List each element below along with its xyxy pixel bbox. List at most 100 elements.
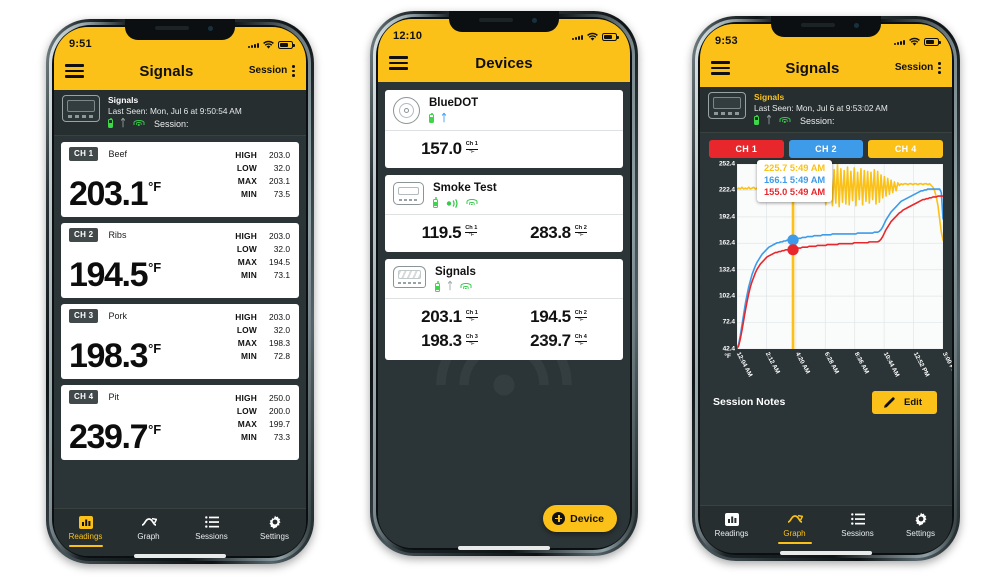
temperature-unit: °F: [148, 259, 162, 275]
overflow-menu-icon[interactable]: [938, 61, 941, 75]
phone-screen: 12:10 Devices BlueDOT ᛏ 157.0 Ch 1 °F Sm…: [378, 19, 630, 548]
battery-icon: [108, 117, 113, 129]
readings-list: CH 1 Beef 203.1 °F HIGH 203.0 LOW 32.0 MAX…: [54, 135, 306, 508]
channel-label: Ribs: [108, 229, 127, 240]
tooltip-line: 155.0 5:49 AM: [764, 186, 826, 197]
channel-label: Pork: [108, 310, 127, 321]
stat-key: MAX: [237, 175, 257, 186]
tab-label: Settings: [260, 532, 289, 541]
menu-icon[interactable]: [389, 56, 408, 70]
home-indicator[interactable]: [458, 546, 550, 550]
y-tick-label: 252.4: [718, 160, 735, 168]
device-thumbnail-icon: [708, 92, 746, 119]
channel-chip-ch4[interactable]: CH 4: [868, 139, 944, 158]
probe-unit: °F: [577, 232, 584, 239]
temperature-value: 194.5: [69, 255, 148, 294]
session-label: Session:: [800, 115, 835, 126]
home-indicator[interactable]: [780, 551, 872, 555]
reading-stats: HIGH 203.0 LOW 32.0 MAX 194.5 MIN 73.1: [235, 228, 290, 280]
stat-value: 199.7: [269, 418, 290, 429]
graph-area[interactable]: 225.7 5:49 AM 166.1 5:49 AM 155.0 5:49 A…: [705, 159, 952, 383]
reading-card[interactable]: CH 3 Pork 198.3 °F HIGH 203.0 LOW 32.0 MAX…: [61, 303, 299, 379]
device-name: Signals: [754, 92, 785, 102]
wifi-icon: [779, 116, 790, 125]
tab-readings[interactable]: Readings: [706, 512, 758, 538]
edit-notes-button[interactable]: Edit: [872, 390, 937, 414]
nav-bar: Signals Session: [700, 49, 952, 87]
device-summary-strip[interactable]: Signals Last Seen: Mon, Jul 6 at 9:50:54…: [54, 90, 306, 136]
wifi-icon: [263, 40, 274, 49]
tab-settings[interactable]: Settings: [895, 512, 947, 538]
phone-screen: 9:51 Signals Session Signals Last Seen: …: [54, 27, 306, 556]
y-tick-label: 222.4: [718, 186, 735, 194]
battery-icon: [435, 281, 440, 292]
signal-icon: [572, 34, 583, 40]
stat-value: 198.3: [269, 337, 290, 348]
stat-value: 203.0: [269, 149, 290, 160]
tab-sessions[interactable]: Sessions: [832, 512, 884, 538]
device-card[interactable]: BlueDOT ᛏ 157.0 Ch 1 °F: [385, 90, 623, 168]
probe-unit: °F: [468, 316, 475, 323]
nav-bar: Devices: [378, 44, 630, 82]
overflow-menu-icon[interactable]: [292, 64, 295, 78]
session-button[interactable]: Session: [895, 62, 933, 73]
y-tick-label: 132.4: [718, 266, 735, 274]
session-notes-row: Session Notes Edit: [705, 383, 947, 423]
reading-stats: HIGH 203.0 LOW 32.0 MAX 198.3 MIN 72.8: [235, 309, 290, 361]
tooltip-line: 225.7 5:49 AM: [764, 162, 826, 173]
probe-unit: °F: [468, 232, 475, 239]
probe-value: 119.5: [421, 222, 462, 242]
stat-key: HIGH: [235, 392, 257, 403]
temperature-unit: °F: [148, 421, 162, 437]
battery-icon: [754, 114, 759, 126]
stat-key: LOW: [236, 324, 257, 335]
session-label: Session:: [154, 118, 189, 129]
menu-icon[interactable]: [711, 61, 730, 75]
stat-key: MAX: [237, 337, 257, 348]
tab-sessions[interactable]: Sessions: [186, 515, 238, 541]
tab-graph[interactable]: Graph: [123, 515, 175, 541]
home-indicator[interactable]: [134, 554, 226, 558]
device-card[interactable]: Smoke Test 119.5 Ch 1 °F 283.8 Ch 2 °F: [385, 175, 623, 252]
device-summary-strip[interactable]: Signals Last Seen: Mon, Jul 6 at 9:53:02…: [700, 87, 952, 133]
signals-device-icon: [393, 265, 426, 288]
cursor-point-ch1[interactable]: [787, 244, 799, 256]
battery-icon: [924, 38, 941, 46]
channel-badge: CH 1: [69, 146, 99, 161]
x-tick-label: 10:44 AM: [881, 350, 901, 378]
device-card[interactable]: Signals ᛏ 203.1 Ch 1 °F 194.5 Ch 2 °F 19…: [385, 258, 623, 361]
reading-card[interactable]: CH 1 Beef 203.1 °F HIGH 203.0 LOW 32.0 MAX…: [61, 141, 299, 217]
nav-bar: Signals Session: [54, 52, 306, 90]
probe-value: 194.5: [530, 307, 571, 327]
device-status-icons: ᛏ Session:: [108, 117, 298, 129]
tab-graph[interactable]: Graph: [769, 512, 821, 544]
x-tick-label: 8:36 AM: [852, 350, 870, 375]
tab-label: Readings: [714, 529, 749, 538]
reading-stats: HIGH 203.0 LOW 32.0 MAX 203.1 MIN 73.5: [235, 147, 290, 199]
nav-actions: Session: [249, 64, 295, 78]
device-name: BlueDOT: [429, 97, 479, 109]
channel-label: Pit: [108, 391, 119, 402]
add-device-button[interactable]: Device: [543, 505, 617, 532]
signal-icon: [248, 42, 259, 48]
tab-settings[interactable]: Settings: [249, 515, 301, 541]
device-status-icons: ᛏ Session:: [754, 114, 944, 126]
device-name: Signals: [435, 265, 476, 278]
device-name: Smoke Test: [433, 182, 497, 194]
reading-card[interactable]: CH 4 Pit 239.7 °F HIGH 250.0 LOW 200.0 MAX…: [61, 384, 299, 460]
temperature-unit: °F: [148, 340, 162, 356]
battery-icon: [429, 112, 434, 124]
channel-chip-ch1[interactable]: CH 1: [709, 139, 784, 158]
stat-value: 73.3: [273, 431, 290, 442]
tab-readings[interactable]: Readings: [60, 515, 112, 547]
session-button[interactable]: Session: [249, 65, 287, 76]
stat-value: 32.0: [273, 162, 290, 173]
cursor-point-ch2[interactable]: [787, 234, 799, 246]
reading-card[interactable]: CH 2 Ribs 194.5 °F HIGH 203.0 LOW 32.0 MAX…: [61, 222, 299, 298]
menu-icon[interactable]: [65, 64, 84, 78]
channel-chip-ch2[interactable]: CH 2: [788, 139, 864, 158]
wifi-icon: [466, 199, 477, 207]
probe-unit: °F: [577, 316, 584, 323]
wifi-icon: [909, 37, 920, 46]
probe-value: 198.3: [421, 331, 462, 351]
